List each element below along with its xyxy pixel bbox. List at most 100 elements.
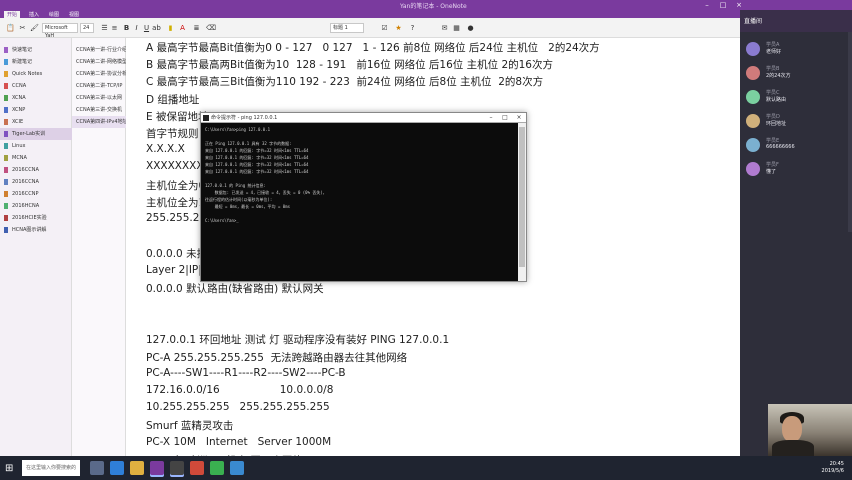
note-line[interactable]: 10.255.255.255 255.255.255.255 [146, 401, 330, 413]
close-icon[interactable]: × [732, 0, 746, 10]
checkbox-icon[interactable]: ☑ [380, 23, 389, 33]
font-color-icon[interactable]: A [178, 23, 187, 33]
dictate-icon[interactable]: ● [466, 23, 475, 33]
question-icon[interactable]: ? [408, 23, 417, 33]
note-line[interactable]: B 最高字节最高两Bit值衡为10 128 - 191 前16位 网络位 后16… [146, 57, 553, 72]
chrome-icon[interactable] [190, 461, 204, 475]
qq-icon[interactable] [230, 461, 244, 475]
font-size-select[interactable]: 24 [80, 23, 94, 33]
notebook-item[interactable]: XCNP [0, 104, 72, 116]
notebook-item[interactable]: HCNA图示讲解 [0, 224, 72, 236]
page-item[interactable]: CCNA第四讲-IPv4地址 [72, 116, 126, 128]
style-select[interactable]: 标题 1 [330, 23, 364, 33]
note-line[interactable]: PC-X 10M Internet Server 1000M [146, 436, 331, 448]
meeting-icon[interactable]: ▦ [452, 23, 461, 33]
notebook-item[interactable]: Linux [0, 140, 72, 152]
page-item[interactable]: CCNA第二讲-协议分析 [72, 68, 126, 80]
note-line[interactable]: PC-A 255.255.255.255 无法跨越路由器去往其他网络 [146, 350, 407, 365]
chat-text: 懂了 [766, 169, 777, 175]
cut-icon[interactable]: ✂ [18, 23, 27, 33]
task-view-icon[interactable] [90, 461, 104, 475]
avatar[interactable] [746, 138, 760, 152]
avatar[interactable] [746, 66, 760, 80]
page-item[interactable]: CCNA第三讲-以太网 [72, 92, 126, 104]
notebook-label: XCNP [12, 107, 26, 113]
notebook-item[interactable]: 2016CCNA [0, 176, 72, 188]
note-line[interactable]: D 组播地址 [146, 92, 199, 107]
notebook-item[interactable]: 2016HCIE实验 [0, 212, 72, 224]
note-line[interactable]: 首字节规则 [146, 126, 199, 141]
notebook-item[interactable]: 快速笔记 [0, 44, 72, 56]
notebook-item[interactable]: Quick Notes [0, 68, 72, 80]
italic-icon[interactable]: I [132, 23, 141, 33]
note-line[interactable]: 172.16.0.0/16 10.0.0.0/8 [146, 384, 333, 396]
notebook-item[interactable]: MCNA [0, 152, 72, 164]
format-painter-icon[interactable]: 🖌 [30, 23, 39, 33]
note-line[interactable]: A 最高字节最高Bit值衡为0 0 - 127 0 127 1 - 126 前8… [146, 40, 600, 55]
avatar[interactable] [746, 162, 760, 176]
taskbar-search-input[interactable]: 在这里输入你要搜索的内容 [22, 460, 80, 476]
avatar[interactable] [746, 90, 760, 104]
tab-view[interactable]: 视图 [66, 11, 82, 18]
note-line[interactable]: 0.0.0.0 未指 [146, 246, 207, 261]
note-line[interactable]: 主机位全为1 [146, 195, 205, 210]
bold-icon[interactable]: B [122, 23, 131, 33]
avatar[interactable] [746, 42, 760, 56]
chat-scrollbar[interactable] [848, 32, 852, 232]
windows-start-icon[interactable]: ⊞ [5, 463, 13, 474]
note-line[interactable]: X.X.X.X [146, 143, 185, 155]
cmd-icon[interactable] [170, 461, 184, 475]
tab-home[interactable]: 开始 [4, 11, 21, 18]
font-name-select[interactable]: Microsoft YaH [42, 23, 78, 39]
note-line[interactable]: PC-A----SW1----R1----R2----SW2----PC-B [146, 367, 346, 379]
cmd-scroll-thumb[interactable] [519, 127, 525, 267]
note-line[interactable]: 0.0.0.0 默认路由(缺省路由) 默认网关 [146, 281, 324, 296]
note-line[interactable]: Smurf 蓝精灵攻击 [146, 418, 233, 433]
note-line[interactable]: C 最高字节最高三Bit值衡为110 192 - 223 前24位 网络位 后8… [146, 74, 543, 89]
minimize-icon[interactable]: – [700, 0, 714, 10]
explorer-icon[interactable] [130, 461, 144, 475]
tab-insert[interactable]: 插入 [26, 11, 42, 18]
align-icon[interactable]: ≣ [192, 23, 201, 33]
cmd-output[interactable]: C:\Users\Yan>ping 127.0.0.1 正在 Ping 127.0… [205, 127, 505, 277]
note-line[interactable]: 127.0.0.1 环回地址 测试 灯 驱动程序没有装好 PING 127.0.… [146, 332, 449, 347]
notebook-item[interactable]: Tiger-Lab实训 [0, 128, 72, 140]
strike-icon[interactable]: ab [152, 23, 161, 33]
underline-icon[interactable]: U [142, 23, 151, 33]
avatar[interactable] [746, 114, 760, 128]
page-item[interactable]: CCNA第二讲-网络模型 [72, 56, 126, 68]
edge-icon[interactable] [110, 461, 124, 475]
notebook-item[interactable]: 新建笔记 [0, 56, 72, 68]
tab-draw[interactable]: 绘图 [46, 11, 62, 18]
email-icon[interactable]: ✉ [440, 23, 449, 33]
notebook-item[interactable]: XCIE [0, 116, 72, 128]
cmd-output-line: C:\Users\Yan>ping 127.0.0.1 [205, 127, 271, 132]
bullets-icon[interactable]: ☰ [100, 23, 109, 33]
page-item[interactable]: CCNA第三讲-交换机 [72, 104, 126, 116]
cmd-title-bar[interactable]: 命令提示符 - ping 127.0.0.1 – □ × [201, 113, 526, 123]
numbering-icon[interactable]: ≡ [110, 23, 119, 33]
notebook-item[interactable]: XCNA [0, 92, 72, 104]
cmd-maximize-icon[interactable]: □ [500, 113, 510, 123]
cmd-scrollbar[interactable] [518, 123, 526, 281]
maximize-icon[interactable]: □ [716, 0, 730, 10]
system-clock[interactable]: 20:45 2019/5/6 [800, 461, 844, 475]
page-item[interactable]: CCNA第一讲-行业介绍 [72, 44, 126, 56]
highlight-icon[interactable]: ▮ [166, 23, 175, 33]
clear-format-icon[interactable]: ⌫ [206, 23, 216, 33]
note-line[interactable]: 主机位全为0 [146, 178, 205, 193]
cmd-window[interactable]: 命令提示符 - ping 127.0.0.1 – □ × C:\Users\Ya… [200, 112, 527, 282]
cmd-close-icon[interactable]: × [514, 113, 524, 123]
paste-icon[interactable]: 📋 [6, 23, 15, 33]
notebook-item[interactable]: 2016HCNA [0, 200, 72, 212]
notebook-item[interactable]: 2016CCNP [0, 188, 72, 200]
tag-icon[interactable]: ★ [394, 23, 403, 33]
note-line[interactable]: XXXXXXXX [146, 160, 204, 172]
page-item[interactable]: CCNA第二讲-TCP/IP [72, 80, 126, 92]
onenote-icon[interactable] [150, 461, 164, 475]
notebook-item[interactable]: CCNA [0, 80, 72, 92]
cmd-minimize-icon[interactable]: – [486, 113, 496, 123]
chat-text: 老师好 [766, 49, 782, 55]
wechat-icon[interactable] [210, 461, 224, 475]
notebook-item[interactable]: 2016CCNA [0, 164, 72, 176]
